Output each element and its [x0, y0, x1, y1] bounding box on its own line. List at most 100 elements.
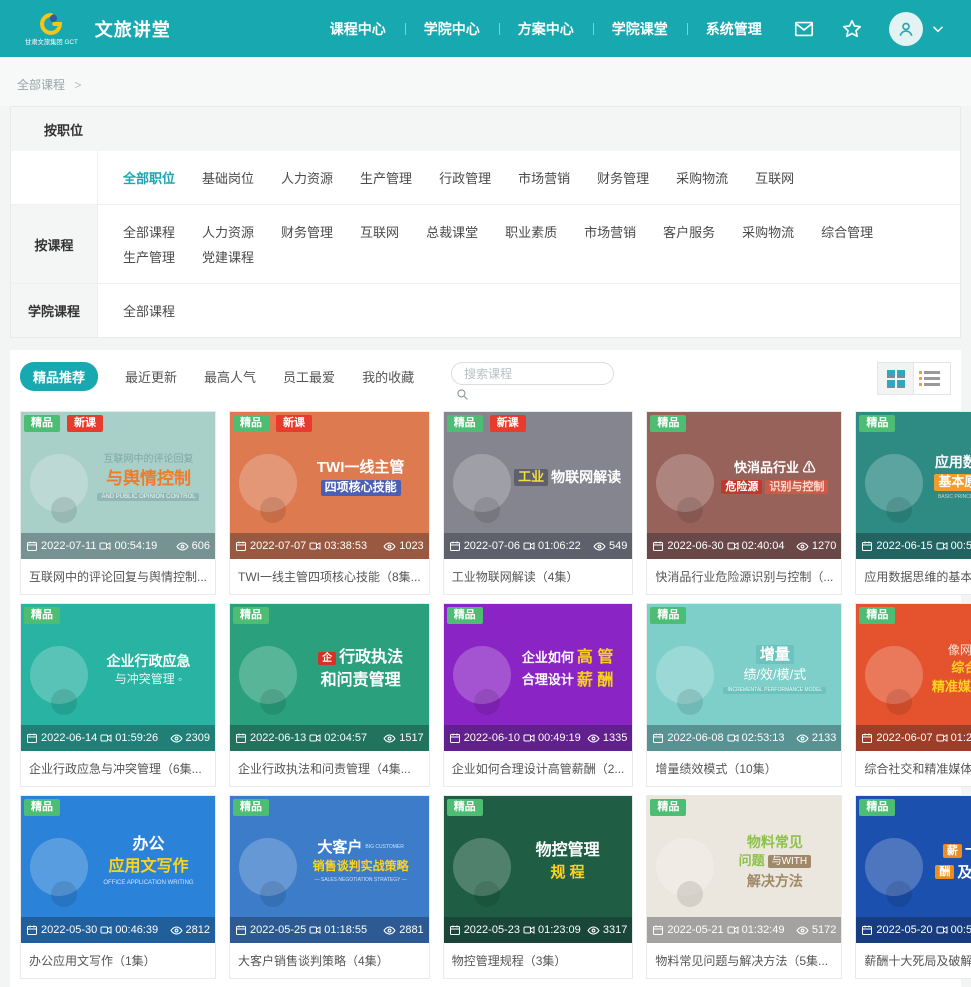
filter-course-item[interactable]: 人力资源 — [202, 222, 254, 241]
course-card[interactable]: 精品 物控管理规 程 2022-05-23 01:23:09 — [443, 795, 634, 979]
course-info-bar: 2022-05-21 01:32:49 5172 — [647, 917, 841, 943]
course-thumbnail[interactable]: 精品 物料常见问题与WITH解决方法 2022-05-21 01:32:49 — [647, 796, 841, 943]
course-thumbnail[interactable]: 精品 企行政执法和问责管理 2022-06-13 02:04:57 — [230, 604, 429, 751]
filter-position-item[interactable]: 财务管理 — [597, 168, 649, 187]
filter-by-position-label: 按职位 — [11, 107, 960, 151]
filter-course-item[interactable]: 客户服务 — [663, 222, 715, 241]
nav-item[interactable]: 课程中心 — [311, 15, 405, 43]
course-card[interactable]: 精品 增量绩/效/模/式INCREMENTAL PERFORMANCE MODE… — [646, 603, 842, 787]
course-title[interactable]: 物料常见问题与解决方法（5集... — [647, 943, 841, 978]
grid-view-button[interactable] — [877, 362, 914, 395]
filter-position-item[interactable]: 基础岗位 — [202, 168, 254, 187]
nav-item[interactable]: 学院课堂 — [593, 15, 687, 43]
thumbnail-text: 像网红一样火综合社交和精准媒体营销策划 — [922, 620, 971, 719]
filter-course-item[interactable]: 财务管理 — [281, 222, 333, 241]
course-title[interactable]: TWI一线主管四项核心技能（8集... — [230, 559, 429, 594]
course-card[interactable]: 精品新课 TWI一线主管四项核心技能 2022-07-07 03:38:53 — [229, 411, 430, 595]
course-card[interactable]: 精品 物料常见问题与WITH解决方法 2022-05-21 01:32:49 — [646, 795, 842, 979]
filter-course-item[interactable]: 全部课程 — [123, 222, 175, 241]
course-title[interactable]: 物控管理规程（3集） — [444, 943, 633, 978]
course-title[interactable]: 企业如何合理设计高管薪酬（2... — [444, 751, 633, 786]
filter-course-item[interactable]: 采购物流 — [742, 222, 794, 241]
course-title[interactable]: 工业物联网解读（4集） — [444, 559, 633, 594]
nav-item[interactable]: 系统管理 — [687, 15, 781, 43]
course-title[interactable]: 薪酬十大死局及破解方法（4集... — [856, 943, 971, 978]
star-icon[interactable] — [841, 18, 863, 40]
duration-group: 02:40:04 — [727, 540, 785, 552]
chevron-down-icon[interactable] — [931, 22, 945, 36]
course-thumbnail[interactable]: 精品 企业行政应急与冲突管理 ◦ 2022-06-14 01:59:26 — [21, 604, 215, 751]
course-thumbnail[interactable]: 精品新课 TWI一线主管四项核心技能 2022-07-07 03:38:53 — [230, 412, 429, 559]
course-title[interactable]: 快消品行业危险源识别与控制（... — [647, 559, 841, 594]
course-thumbnail[interactable]: 精品 物控管理规 程 2022-05-23 01:23:09 — [444, 796, 633, 943]
filter-course-item[interactable]: 市场营销 — [584, 222, 636, 241]
sort-tab[interactable]: 员工最爱 — [283, 362, 335, 391]
filter-course-item[interactable]: 总裁课堂 — [426, 222, 478, 241]
sort-tab[interactable]: 最高人气 — [204, 362, 256, 391]
course-title[interactable]: 企业行政执法和问责管理（4集... — [230, 751, 429, 786]
course-thumbnail[interactable]: 精品 像网红一样火综合社交和精准媒体营销策划 2022-06-07 01:21:… — [856, 604, 971, 751]
date-group: 2022-06-14 — [26, 732, 97, 744]
filter-course-item[interactable]: 职业素质 — [505, 222, 557, 241]
filter-course-item[interactable]: 互联网 — [360, 222, 399, 241]
course-thumbnail[interactable]: 精品 办公应用文写作OFFICE APPLICATION WRITING 202… — [21, 796, 215, 943]
course-thumbnail[interactable]: 精品新课 工业物联网解读 2022-07-06 01:06:22 — [444, 412, 633, 559]
filter-position-item[interactable]: 行政管理 — [439, 168, 491, 187]
course-card[interactable]: 精品新课 互联网中的评论回复与舆情控制AND PUBLIC OPINION CO… — [20, 411, 216, 595]
eye-icon — [587, 924, 600, 937]
breadcrumb-current[interactable]: 全部课程 — [17, 78, 65, 92]
thumbnail-text: 企业如何高 管合理设计薪 酬 — [508, 620, 628, 719]
course-title[interactable]: 互联网中的评论回复与舆情控制... — [21, 559, 215, 594]
sort-tab[interactable]: 精品推荐 — [20, 362, 98, 391]
search-input[interactable] — [451, 362, 614, 385]
sort-tab[interactable]: 最近更新 — [125, 362, 177, 391]
course-title[interactable]: 企业行政应急与冲突管理（6集... — [21, 751, 215, 786]
course-thumbnail[interactable]: 精品 薪十大死局酬及破解方法 2022-05-20 00:54:34 — [856, 796, 971, 943]
filter-position-item[interactable]: 生产管理 — [360, 168, 412, 187]
course-card[interactable]: 精品 办公应用文写作OFFICE APPLICATION WRITING 202… — [20, 795, 216, 979]
list-view-button[interactable] — [914, 362, 951, 395]
video-icon — [936, 540, 948, 552]
course-card[interactable]: 精品 企行政执法和问责管理 2022-06-13 02:04:57 — [229, 603, 430, 787]
user-menu[interactable] — [889, 12, 945, 46]
nav-item[interactable]: 方案中心 — [499, 15, 593, 43]
course-thumbnail[interactable]: 精品 快消品行业 ⚠危险源识别与控制 2022-06-30 02:40:04 — [647, 412, 841, 559]
filter-position-item[interactable]: 互联网 — [755, 168, 794, 187]
course-card[interactable]: 精品 应用数据思维的基本原则与技巧BASIC PRINCIPLES AND TE… — [855, 411, 971, 595]
course-thumbnail[interactable]: 精品 大客户BIG CUSTOMER销售谈判实战策略— SALES NEGOTI… — [230, 796, 429, 943]
course-card[interactable]: 精品 企业如何高 管合理设计薪 酬 2022-06-10 00:49:19 — [443, 603, 634, 787]
course-title[interactable]: 办公应用文写作（1集） — [21, 943, 215, 978]
course-card[interactable]: 精品 像网红一样火综合社交和精准媒体营销策划 2022-06-07 01:21:… — [855, 603, 971, 787]
course-date: 2022-07-06 — [464, 540, 520, 552]
filter-position-item[interactable]: 市场营销 — [518, 168, 570, 187]
course-title[interactable]: 大客户销售谈判策略（4集） — [230, 943, 429, 978]
course-title[interactable]: 增量绩效模式（10集） — [647, 751, 841, 786]
filter-course-item[interactable]: 党建课程 — [202, 247, 254, 266]
course-card[interactable]: 精品 大客户BIG CUSTOMER销售谈判实战策略— SALES NEGOTI… — [229, 795, 430, 979]
course-card[interactable]: 精品 薪十大死局酬及破解方法 2022-05-20 00:54:34 — [855, 795, 971, 979]
mail-icon[interactable] — [793, 18, 815, 40]
course-thumbnail[interactable]: 精品新课 互联网中的评论回复与舆情控制AND PUBLIC OPINION CO… — [21, 412, 215, 559]
course-card[interactable]: 精品新课 工业物联网解读 2022-07-06 01:06:22 — [443, 411, 634, 595]
course-card[interactable]: 精品 快消品行业 ⚠危险源识别与控制 2022-06-30 02:40:04 — [646, 411, 842, 595]
nav-item[interactable]: 学院中心 — [405, 15, 499, 43]
calendar-icon — [235, 924, 247, 936]
filter-college-item[interactable]: 全部课程 — [123, 301, 175, 320]
date-group: 2022-06-15 — [861, 540, 932, 552]
filter-label-spacer — [11, 151, 97, 204]
avatar[interactable] — [889, 12, 923, 46]
course-thumbnail[interactable]: 精品 增量绩/效/模/式INCREMENTAL PERFORMANCE MODE… — [647, 604, 841, 751]
badges: 精品 — [447, 799, 483, 816]
search-icon[interactable] — [456, 388, 469, 401]
filter-course-item[interactable]: 生产管理 — [123, 247, 175, 266]
course-title[interactable]: 综合社交和精准媒体营销策划（... — [856, 751, 971, 786]
filter-position-item[interactable]: 人力资源 — [281, 168, 333, 187]
filter-course-item[interactable]: 综合管理 — [821, 222, 873, 241]
filter-position-item[interactable]: 采购物流 — [676, 168, 728, 187]
course-thumbnail[interactable]: 精品 企业如何高 管合理设计薪 酬 2022-06-10 00:49:19 — [444, 604, 633, 751]
course-card[interactable]: 精品 企业行政应急与冲突管理 ◦ 2022-06-14 01:59:26 — [20, 603, 216, 787]
course-title[interactable]: 应用数据思维的基本原则与技巧... — [856, 559, 971, 594]
course-thumbnail[interactable]: 精品 应用数据思维的基本原则与技巧BASIC PRINCIPLES AND TE… — [856, 412, 971, 559]
sort-tab[interactable]: 我的收藏 — [362, 362, 414, 391]
filter-position-item[interactable]: 全部职位 — [123, 168, 175, 187]
